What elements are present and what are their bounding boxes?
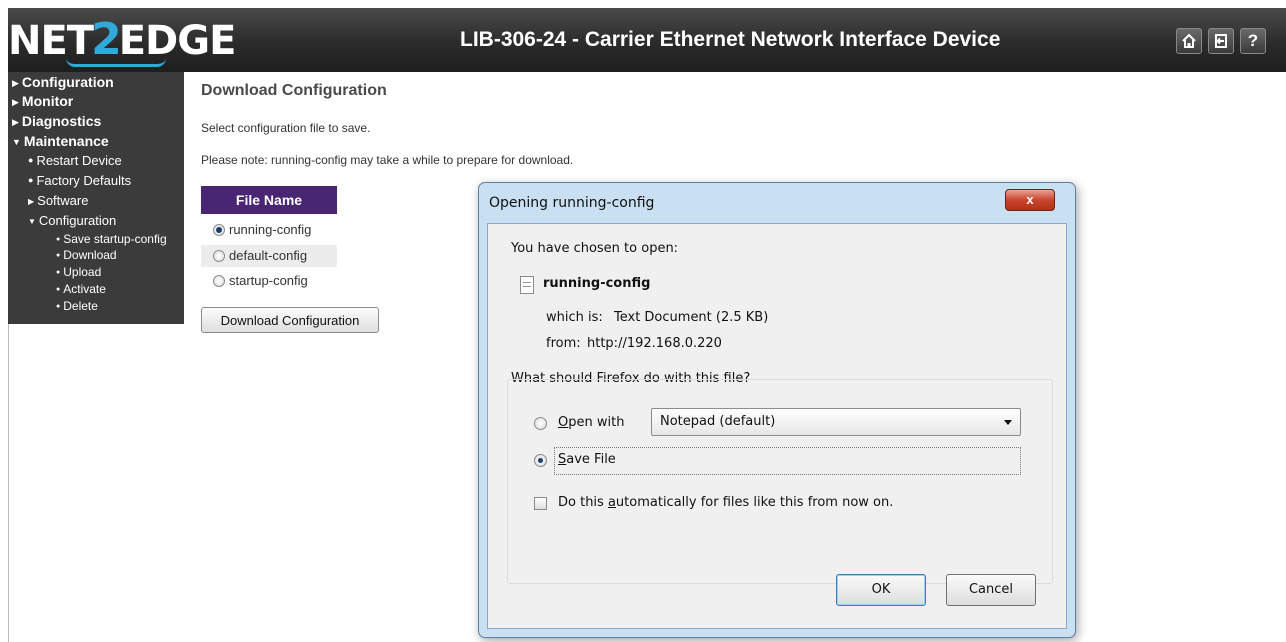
auto-label[interactable]: Do this automatically for files like thi… [558, 495, 893, 510]
dialog-filename: running-config [543, 276, 651, 291]
help-icon[interactable]: ? [1240, 28, 1266, 54]
open-with-radio[interactable] [534, 417, 547, 430]
radio-running-config[interactable] [213, 224, 225, 236]
bullet-icon: ● [28, 155, 34, 165]
bullet-icon: ● [56, 252, 61, 259]
file-option-startup-config[interactable]: startup-config [213, 270, 308, 292]
open-with-label[interactable]: Open with [558, 415, 624, 430]
device-title: LIB-306-24 - Carrier Ethernet Network In… [460, 28, 1001, 51]
sidebar-item-delete[interactable]: ● Delete [56, 300, 98, 313]
sidebar-nav: ▶ Configuration ▶ Monitor ▶ Diagnostics ▼ Ma… [8, 72, 184, 324]
file-table-header: File Name [201, 186, 337, 214]
which-is-label: which is: [546, 310, 603, 325]
file-option-running-config[interactable]: running-config [213, 219, 311, 241]
sidebar-border [8, 324, 9, 642]
ok-button[interactable]: OK [836, 574, 926, 606]
chevron-down-icon [1004, 420, 1012, 425]
sidebar-item-activate[interactable]: ● Activate [56, 283, 106, 296]
home-icon[interactable] [1176, 28, 1202, 54]
cancel-button[interactable]: Cancel [946, 574, 1036, 606]
radio-default-config[interactable] [213, 250, 225, 262]
bullet-icon: ● [56, 303, 61, 310]
instruction-text: Select configuration file to save. [201, 121, 371, 135]
download-configuration-button[interactable]: Download Configuration [201, 307, 379, 333]
file-label: running-config [229, 222, 312, 237]
close-icon[interactable]: x [1005, 189, 1055, 211]
open-with-select[interactable]: Notepad (default) [651, 408, 1021, 436]
radio-startup-config[interactable] [213, 275, 225, 287]
file-label: default-config [229, 248, 308, 263]
bullet-icon: ● [56, 236, 61, 243]
net2edge-logo: NET2EDGE [8, 14, 236, 67]
save-file-focus [554, 447, 1021, 475]
dialog-intro: You have chosen to open: [511, 241, 679, 256]
sidebar-item-download[interactable]: ● Download [56, 249, 117, 262]
from-label: from: [546, 336, 581, 351]
sidebar-item-software[interactable]: ▶ Software [28, 193, 88, 209]
bullet-icon: ● [56, 286, 61, 293]
collapsed-arrow-icon: ▶ [12, 117, 19, 127]
logo-swoosh [66, 58, 166, 67]
sidebar-item-maintenance[interactable]: ▼ Maintenance [12, 133, 109, 150]
sidebar-item-upload[interactable]: ● Upload [56, 266, 101, 279]
app-header: NET2EDGE LIB-306-24 - Carrier Ethernet N… [8, 8, 1286, 72]
save-file-radio[interactable] [534, 454, 547, 467]
sidebar-item-restart-device[interactable]: ● Restart Device [28, 153, 122, 168]
file-open-dialog: Opening running-config x You have chosen… [478, 182, 1076, 638]
sidebar-item-monitor[interactable]: ▶ Monitor [12, 93, 73, 110]
collapsed-arrow-icon: ▶ [28, 197, 35, 206]
dialog-title: Opening running-config [489, 195, 655, 211]
document-icon [520, 276, 534, 294]
page-title: Download Configuration [201, 82, 387, 99]
dialog-body: You have chosen to open: running-config … [487, 223, 1067, 629]
file-table: File Name running-config default-config … [201, 186, 337, 288]
collapsed-arrow-icon: ▶ [12, 78, 19, 88]
which-is-value: Text Document (2.5 KB) [614, 310, 769, 325]
expanded-arrow-icon: ▼ [12, 137, 21, 147]
sidebar-item-diagnostics[interactable]: ▶ Diagnostics [12, 113, 101, 130]
logout-icon[interactable] [1208, 28, 1234, 54]
download-note: Please note: running-config may take a w… [201, 153, 574, 167]
bullet-icon: ● [28, 175, 34, 185]
from-value: http://192.168.0.220 [587, 336, 722, 351]
sidebar-item-configuration-sub[interactable]: ▼ Configuration [28, 213, 116, 229]
bullet-icon: ● [56, 269, 61, 276]
expanded-arrow-icon: ▼ [28, 217, 36, 226]
sidebar-item-factory-defaults[interactable]: ● Factory Defaults [28, 173, 131, 188]
file-label: startup-config [229, 273, 308, 288]
file-option-default-config[interactable]: default-config [201, 245, 337, 267]
sidebar-item-save-startup-config[interactable]: ● Save startup-config [56, 233, 167, 246]
collapsed-arrow-icon: ▶ [12, 97, 19, 107]
auto-checkbox[interactable] [534, 497, 547, 510]
sidebar-item-configuration[interactable]: ▶ Configuration [12, 74, 114, 91]
save-file-label[interactable]: Save File [558, 452, 616, 467]
